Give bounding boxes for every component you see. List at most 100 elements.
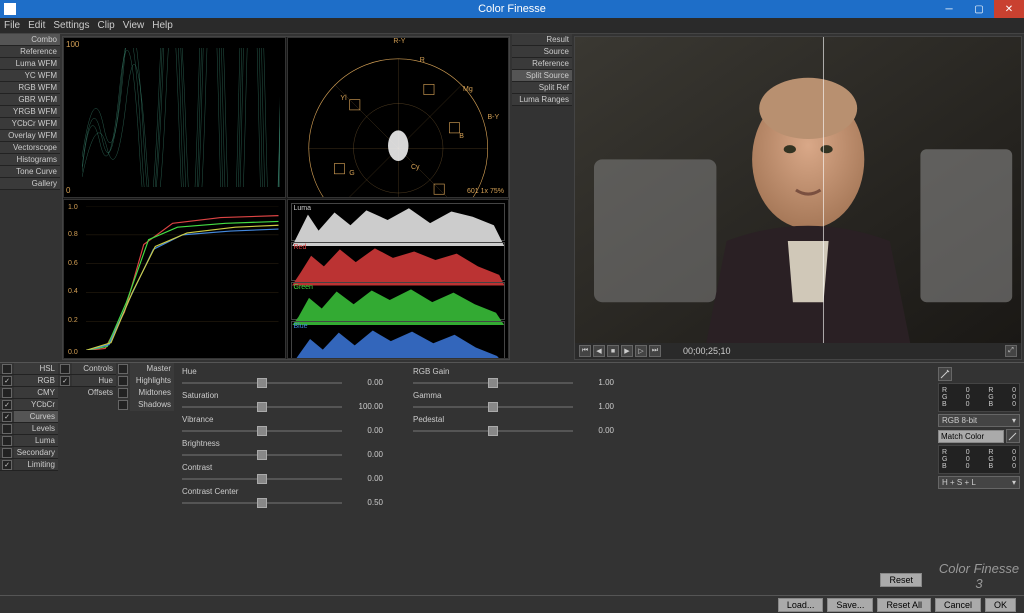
slider-value[interactable]: 0.50 [348, 498, 383, 507]
maximize-button[interactable]: ▢ [964, 0, 994, 18]
menu-clip[interactable]: Clip [98, 20, 115, 31]
curves-scope[interactable]: 1.0 0.8 0.6 0.4 0.2 0.0 [63, 199, 286, 360]
slider-track[interactable] [182, 406, 342, 408]
close-button[interactable]: ✕ [994, 0, 1024, 18]
preview-tab-luma-ranges[interactable]: Luma Ranges [512, 94, 572, 106]
preview-tab-result[interactable]: Result [512, 34, 572, 46]
tone-checkbox[interactable] [118, 388, 128, 398]
slider-thumb[interactable] [488, 378, 498, 388]
scope-tab-histograms[interactable]: Histograms [0, 154, 60, 166]
mode-tab-cmy[interactable]: CMY [0, 387, 58, 399]
menu-view[interactable]: View [123, 20, 145, 31]
mode-checkbox[interactable] [2, 436, 12, 446]
tone-checkbox[interactable] [118, 364, 128, 374]
mode-checkbox[interactable] [2, 400, 12, 410]
slider-track[interactable] [413, 406, 573, 408]
slider-value[interactable]: 0.00 [348, 450, 383, 459]
slider-value[interactable]: 1.00 [579, 402, 614, 411]
menu-file[interactable]: File [4, 20, 20, 31]
slider-thumb[interactable] [257, 498, 267, 508]
tone-checkbox[interactable] [118, 400, 128, 410]
stop-button[interactable]: ■ [607, 345, 619, 357]
mode-tab-luma-range[interactable]: Luma Range [0, 435, 58, 447]
slider-track[interactable] [182, 478, 342, 480]
mode-checkbox[interactable] [2, 412, 12, 422]
slider-thumb[interactable] [257, 426, 267, 436]
sub-tab-controls[interactable]: Controls [58, 363, 116, 375]
preview-tab-source[interactable]: Source [512, 46, 572, 58]
tone-tab-shadows[interactable]: Shadows [116, 399, 174, 411]
slider-thumb[interactable] [488, 402, 498, 412]
vectorscope[interactable]: R-Y R Mg Yl B-Y B G Cy 601 1x 75% [287, 37, 510, 198]
mode-tab-hsl[interactable]: HSL [0, 363, 58, 375]
minimize-button[interactable]: ─ [934, 0, 964, 18]
tone-tab-midtones[interactable]: Midtones [116, 387, 174, 399]
goto-end-button[interactable]: ⏭ [649, 345, 661, 357]
footer-reset-all-button[interactable]: Reset All [877, 598, 931, 612]
step-back-button[interactable]: ◀ [593, 345, 605, 357]
slider-value[interactable]: 0.00 [348, 474, 383, 483]
histograms-scope[interactable]: Luma Red Green Blue [287, 199, 510, 360]
scope-tab-yc-wfm[interactable]: YC WFM [0, 70, 60, 82]
scope-tab-gallery[interactable]: Gallery [0, 178, 60, 190]
eyedropper-button[interactable] [938, 367, 952, 381]
scope-tab-yrgb-wfm[interactable]: YRGB WFM [0, 106, 60, 118]
mode-checkbox[interactable] [2, 364, 12, 374]
footer-save-button[interactable]: Save... [827, 598, 873, 612]
mode-tab-levels[interactable]: Levels [0, 423, 58, 435]
bitdepth-dropdown[interactable]: RGB 8-bit▾ [938, 414, 1020, 427]
scope-tab-tone-curve[interactable]: Tone Curve [0, 166, 60, 178]
slider-value[interactable]: 0.00 [348, 426, 383, 435]
footer-ok-button[interactable]: OK [985, 598, 1016, 612]
sub-checkbox[interactable] [60, 364, 70, 374]
scope-tab-luma-wfm[interactable]: Luma WFM [0, 58, 60, 70]
slider-thumb[interactable] [257, 474, 267, 484]
mode-tab-ycbcr[interactable]: YCbCr [0, 399, 58, 411]
scope-tab-rgb-wfm[interactable]: RGB WFM [0, 82, 60, 94]
sub-checkbox[interactable] [60, 376, 70, 386]
preview-tab-split-source[interactable]: Split Source [512, 70, 572, 82]
mode-tab-secondary[interactable]: Secondary [0, 447, 58, 459]
mode-tab-curves[interactable]: Curves [0, 411, 58, 423]
slider-thumb[interactable] [488, 426, 498, 436]
mode-checkbox[interactable] [2, 460, 12, 470]
mode-checkbox[interactable] [2, 388, 12, 398]
scope-tab-combo[interactable]: Combo [0, 34, 60, 46]
mode-checkbox[interactable] [2, 376, 12, 386]
step-forward-button[interactable]: ▷ [635, 345, 647, 357]
menu-edit[interactable]: Edit [28, 20, 45, 31]
slider-track[interactable] [413, 430, 573, 432]
slider-value[interactable]: 0.00 [579, 426, 614, 435]
match-mode-dropdown[interactable]: H + S + L▾ [938, 476, 1020, 489]
match-eyedropper-button[interactable] [1006, 429, 1020, 443]
mode-checkbox[interactable] [2, 424, 12, 434]
sub-tab-hue-offsets[interactable]: Hue Offsets [58, 375, 116, 387]
scope-tab-vectorscope[interactable]: Vectorscope [0, 142, 60, 154]
menu-help[interactable]: Help [152, 20, 173, 31]
tone-tab-master[interactable]: Master [116, 363, 174, 375]
mode-checkbox[interactable] [2, 448, 12, 458]
scope-tab-gbr-wfm[interactable]: GBR WFM [0, 94, 60, 106]
slider-track[interactable] [413, 382, 573, 384]
preview-tab-split-ref[interactable]: Split Ref [512, 82, 572, 94]
scope-tab-reference[interactable]: Reference [0, 46, 60, 58]
slider-track[interactable] [182, 454, 342, 456]
slider-track[interactable] [182, 430, 342, 432]
mode-tab-limiting[interactable]: Limiting [0, 459, 58, 471]
tone-tab-highlights[interactable]: Highlights [116, 375, 174, 387]
fullscreen-button[interactable]: ⤢ [1005, 345, 1017, 357]
slider-track[interactable] [182, 382, 342, 384]
tone-checkbox[interactable] [118, 376, 128, 386]
scope-tab-ycbcr-wfm[interactable]: YCbCr WFM [0, 118, 60, 130]
slider-value[interactable]: 100.00 [348, 402, 383, 411]
slider-thumb[interactable] [257, 378, 267, 388]
menu-settings[interactable]: Settings [53, 20, 89, 31]
slider-thumb[interactable] [257, 402, 267, 412]
scope-tab-overlay-wfm[interactable]: Overlay WFM [0, 130, 60, 142]
match-color-button[interactable]: Match Color [938, 430, 1004, 443]
footer-cancel-button[interactable]: Cancel [935, 598, 981, 612]
waveform-scope[interactable]: 100 0 [63, 37, 286, 198]
play-button[interactable]: ▶ [621, 345, 633, 357]
slider-thumb[interactable] [257, 450, 267, 460]
mode-tab-rgb[interactable]: RGB [0, 375, 58, 387]
